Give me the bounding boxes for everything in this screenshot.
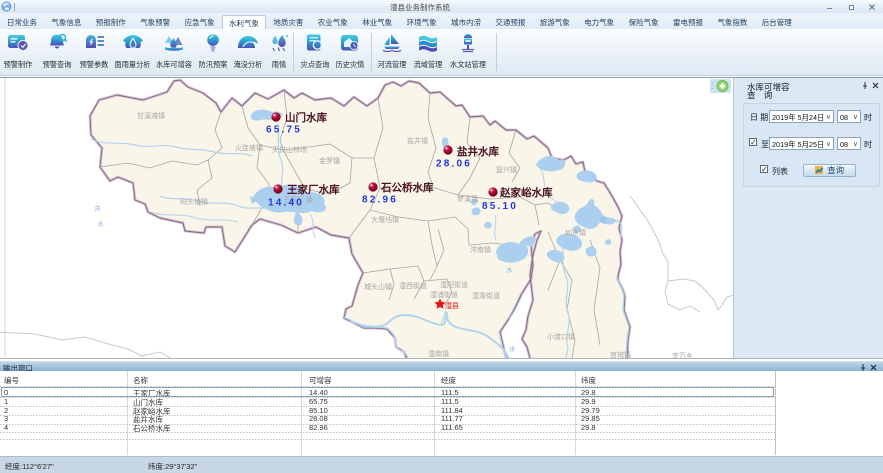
svg-text:甘溪滩镇: 甘溪滩镇 <box>137 111 165 120</box>
svg-text:涔南镇: 涔南镇 <box>470 245 491 254</box>
svg-text:盐井镇: 盐井镇 <box>407 136 428 145</box>
svg-text:宜万乡: 宜万乡 <box>672 351 693 358</box>
svg-text:大堰垱镇: 大堰垱镇 <box>371 215 399 224</box>
svg-text:城头山镇: 城头山镇 <box>364 282 392 291</box>
svg-text:水: 水 <box>509 344 516 353</box>
svg-text:金罗镇: 金罗镇 <box>319 156 340 165</box>
svg-text:复兴镇: 复兴镇 <box>496 165 517 174</box>
svg-text:小渡口镇: 小渡口镇 <box>547 332 575 341</box>
svg-text:涔: 涔 <box>94 204 101 213</box>
svg-text:王家厂水库: 王家厂水库 <box>287 183 340 196</box>
svg-text:澧浦街道: 澧浦街道 <box>430 290 458 299</box>
svg-text:65.75: 65.75 <box>266 125 302 136</box>
svg-text:14.40: 14.40 <box>268 198 304 209</box>
svg-text:澧南镇: 澧南镇 <box>428 349 449 358</box>
svg-text:澧西街道: 澧西街道 <box>399 281 427 290</box>
svg-text:澧澹街道: 澧澹街道 <box>472 291 500 300</box>
svg-text:水: 水 <box>97 219 104 228</box>
svg-text:火连坡镇: 火连坡镇 <box>235 143 263 152</box>
svg-text:松: 松 <box>600 215 607 224</box>
svg-text:码头铺镇: 码头铺镇 <box>180 197 208 206</box>
svg-text:澧阳街道: 澧阳街道 <box>440 280 468 289</box>
svg-text:水: 水 <box>506 265 513 274</box>
svg-text:85.10: 85.10 <box>482 201 518 212</box>
svg-text:如东镇: 如东镇 <box>565 228 586 237</box>
svg-text:盐井水库: 盐井水库 <box>457 145 499 158</box>
svg-text:梦溪镇: 梦溪镇 <box>457 194 478 203</box>
svg-text:澧县: 澧县 <box>445 301 459 310</box>
svg-text:28.06: 28.06 <box>436 159 472 170</box>
svg-text:官垸镇: 官垸镇 <box>610 350 631 358</box>
svg-text:赵家峪水库: 赵家峪水库 <box>499 186 553 199</box>
svg-text:天供山林场: 天供山林场 <box>272 145 307 154</box>
svg-text:山门水库: 山门水库 <box>285 111 327 124</box>
svg-text:82.96: 82.96 <box>362 195 398 206</box>
svg-text:石公桥水库: 石公桥水库 <box>380 181 434 194</box>
